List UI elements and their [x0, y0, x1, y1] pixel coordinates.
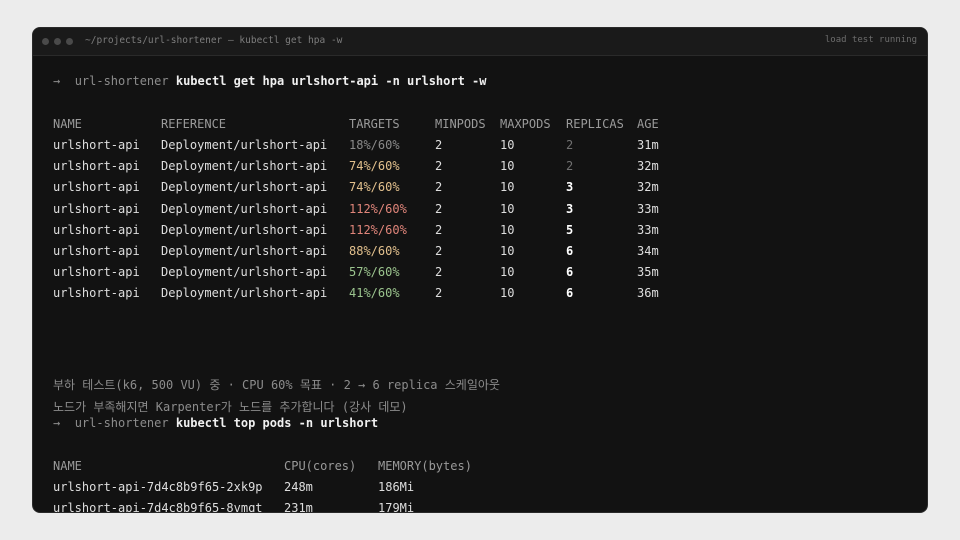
hpa-cell-age: 32m — [637, 159, 659, 174]
hpa-cell-replicas: 3 — [566, 180, 574, 195]
pod-cell-memory: 179Mi — [378, 501, 415, 513]
hpa-cell-targets: 18%/60% — [349, 138, 400, 152]
hpa-cell-replicas: 3 — [566, 201, 574, 216]
hpa-cell-minpods: 2 — [435, 265, 443, 280]
pods-header-col-memory: MEMORY(bytes) — [378, 459, 472, 473]
hpa-cell-name: urlshort-api — [53, 180, 140, 195]
terminal-window: ~/projects/url-shortener — kubectl get h… — [32, 27, 928, 513]
hpa-cell-age: 32m — [637, 180, 659, 195]
hpa-header-col-minpods: MINPODS — [435, 117, 486, 131]
hpa-cell-maxpods: 10 — [500, 244, 515, 258]
prompt-command: kubectl top pods -n urlshort — [175, 416, 379, 430]
hpa-cell-minpods: 2 — [435, 138, 443, 152]
hpa-cell-name: urlshort-api — [53, 265, 140, 280]
hpa-cell-targets: 112%/60% — [349, 222, 407, 237]
hpa-header-col-age: AGE — [637, 117, 659, 131]
hpa-cell-minpods: 2 — [435, 286, 443, 301]
hpa-cell-replicas: 6 — [566, 265, 574, 280]
hpa-cell-reference: Deployment/urlshort-api — [161, 265, 328, 280]
hpa-cell-maxpods: 10 — [500, 159, 515, 174]
hpa-cell-reference: Deployment/urlshort-api — [161, 286, 328, 301]
hpa-cell-maxpods: 10 — [500, 286, 515, 301]
hpa-cell-replicas: 2 — [566, 138, 574, 152]
hpa-cell-reference: Deployment/urlshort-api — [161, 138, 328, 152]
hpa-cell-reference: Deployment/urlshort-api — [161, 244, 328, 258]
hpa-cell-minpods: 2 — [435, 159, 443, 174]
close-window-button[interactable] — [42, 38, 49, 45]
prompt-command: kubectl get hpa urlshort-api -n urlshort… — [175, 74, 487, 88]
prompt-cwd: url-shortener — [74, 74, 169, 88]
hpa-cell-minpods: 2 — [435, 201, 443, 216]
hpa-header-col-maxpods: MAXPODS — [500, 117, 551, 131]
hpa-cell-name: urlshort-api — [53, 222, 140, 237]
hpa-cell-targets: 74%/60% — [349, 159, 400, 174]
prompt-cwd: url-shortener — [74, 416, 169, 430]
pod-cell-name: urlshort-api-7d4c8b9f65-2xk9p — [53, 480, 263, 494]
hpa-cell-targets: 57%/60% — [349, 265, 400, 280]
hpa-cell-maxpods: 10 — [500, 265, 515, 280]
hpa-cell-reference: Deployment/urlshort-api — [161, 222, 328, 237]
hpa-header-col-targets: TARGETS — [349, 117, 400, 131]
prompt-arrow-icon: → — [53, 74, 61, 88]
comment-line-1: 부하 테스트(k6, 500 VU) 중 · CPU 60% 목표 · 2 → … — [53, 378, 500, 392]
hpa-header-col-name: NAME — [53, 117, 82, 131]
hpa-cell-reference: Deployment/urlshort-api — [161, 201, 328, 216]
prompt-line-hpa: → url-shortener kubectl get hpa urlshort… — [53, 74, 487, 88]
hpa-cell-age: 33m — [637, 222, 659, 237]
hpa-cell-targets: 88%/60% — [349, 244, 400, 258]
hpa-cell-minpods: 2 — [435, 244, 443, 258]
comment-line-2: 노드가 부족해지면 Karpenter가 노드를 추가합니다 (강사 데모) — [53, 400, 408, 414]
hpa-cell-targets: 41%/60% — [349, 286, 400, 301]
hpa-cell-name: urlshort-api — [53, 159, 140, 174]
pod-cell-memory: 186Mi — [378, 480, 415, 494]
hpa-cell-minpods: 2 — [435, 180, 443, 195]
hpa-cell-maxpods: 10 — [500, 138, 515, 152]
hpa-cell-maxpods: 10 — [500, 222, 515, 237]
hpa-cell-replicas: 6 — [566, 286, 574, 301]
hpa-cell-name: urlshort-api — [53, 201, 140, 216]
prompt-line-top: → url-shortener kubectl top pods -n urls… — [53, 416, 378, 430]
hpa-header-col-reference: REFERENCE — [161, 117, 227, 131]
pods-header-col-name: NAME — [53, 459, 82, 473]
hpa-cell-maxpods: 10 — [500, 201, 515, 216]
hpa-cell-targets: 112%/60% — [349, 201, 407, 216]
hpa-cell-replicas: 6 — [566, 244, 574, 258]
hpa-cell-age: 34m — [637, 244, 659, 258]
hpa-cell-minpods: 2 — [435, 222, 443, 237]
hpa-cell-name: urlshort-api — [53, 286, 140, 301]
hpa-cell-reference: Deployment/urlshort-api — [161, 180, 328, 195]
pod-cell-cpu: 231m — [284, 501, 313, 513]
hpa-cell-age: 36m — [637, 286, 659, 301]
hpa-cell-age: 33m — [637, 201, 659, 216]
pods-header-col-cpu: CPU(cores) — [284, 459, 357, 473]
hpa-cell-targets: 74%/60% — [349, 180, 400, 195]
pod-cell-name: urlshort-api-7d4c8b9f65-8vmqt — [53, 501, 263, 513]
hpa-cell-age: 35m — [637, 265, 659, 280]
hpa-cell-replicas: 5 — [566, 222, 574, 237]
hpa-cell-reference: Deployment/urlshort-api — [161, 159, 328, 174]
hpa-cell-age: 31m — [637, 138, 659, 152]
hpa-cell-name: urlshort-api — [53, 138, 140, 152]
hpa-cell-maxpods: 10 — [500, 180, 515, 195]
prompt-arrow-icon: → — [53, 416, 61, 430]
hpa-cell-replicas: 2 — [566, 159, 574, 174]
terminal-output[interactable]: → url-shortener kubectl get hpa urlshort… — [53, 28, 927, 512]
hpa-cell-name: urlshort-api — [53, 244, 140, 258]
hpa-header-col-replicas: REPLICAS — [566, 117, 624, 131]
pod-cell-cpu: 248m — [284, 480, 313, 494]
